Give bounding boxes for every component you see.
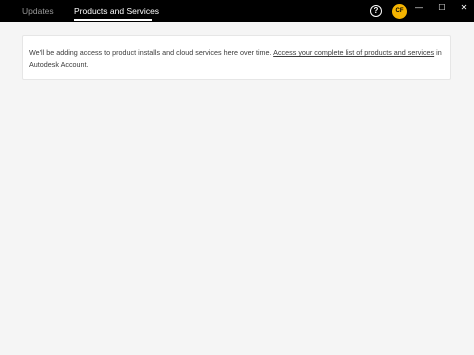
app-window: Updates Products and Services ? CF — ☐ ✕…: [0, 0, 474, 355]
tab-updates[interactable]: Updates: [22, 0, 54, 22]
active-tab-indicator: [74, 19, 152, 21]
help-icon[interactable]: ?: [370, 5, 382, 17]
info-message-intro: We'll be adding access to product instal…: [29, 48, 274, 57]
top-navigation-bar: Updates Products and Services ? CF — ☐ ✕: [0, 0, 474, 22]
products-services-link[interactable]: Access your complete list of products an…: [273, 48, 434, 57]
minimize-icon[interactable]: —: [412, 2, 426, 14]
close-icon[interactable]: ✕: [457, 2, 471, 14]
info-message: We'll be adding access to product instal…: [29, 47, 445, 70]
avatar[interactable]: CF: [392, 4, 407, 19]
maximize-icon[interactable]: ☐: [435, 2, 449, 14]
info-card: We'll be adding access to product instal…: [22, 35, 451, 80]
